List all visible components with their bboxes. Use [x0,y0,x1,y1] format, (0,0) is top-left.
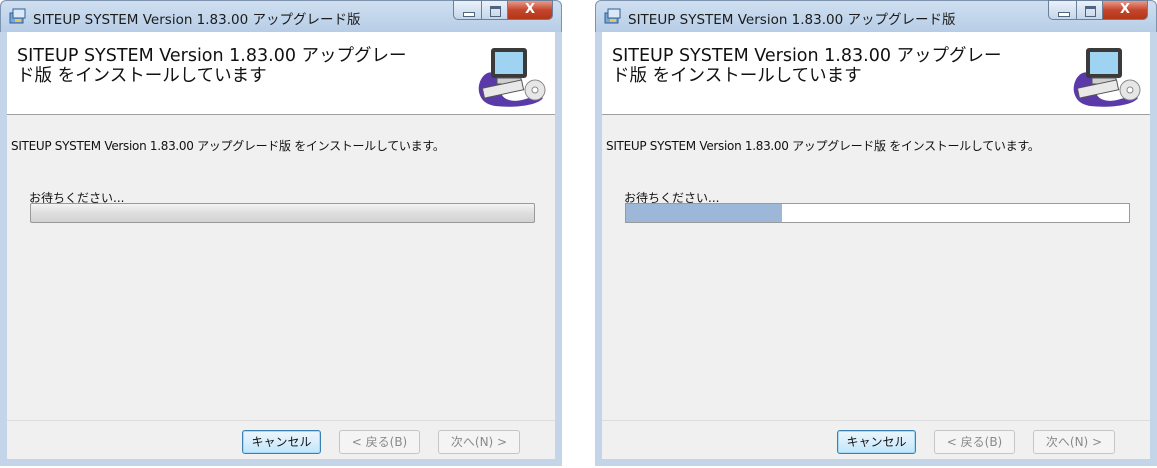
maximize-button[interactable] [1076,0,1102,20]
next-button[interactable]: 次へ(N) > [438,430,520,454]
minimize-icon [463,12,475,17]
body-panel: SITEUP SYSTEM Version 1.83.00 アップグレード版 を… [7,115,555,422]
status-message: SITEUP SYSTEM Version 1.83.00 アップグレード版 を… [606,139,1040,153]
close-icon: X [524,2,536,17]
progress-fill [626,204,782,222]
progress-bar [30,203,535,223]
installer-icon [604,8,621,24]
header-title: SITEUP SYSTEM Version 1.83.00 アップグレード版 を… [17,46,407,86]
progress-bar [625,203,1130,223]
minimize-button[interactable] [1048,0,1076,20]
back-button[interactable]: < 戻る(B) [934,430,1015,454]
maximize-icon [490,6,501,17]
title-bar[interactable]: SITEUP SYSTEM Version 1.83.00 アップグレード版 X [0,0,562,32]
window-title: SITEUP SYSTEM Version 1.83.00 アップグレード版 [628,12,956,28]
window-title: SITEUP SYSTEM Version 1.83.00 アップグレード版 [33,12,361,28]
header-title: SITEUP SYSTEM Version 1.83.00 アップグレード版 を… [612,46,1002,86]
back-button[interactable]: < 戻る(B) [339,430,420,454]
button-bar: キャンセル < 戻る(B) 次へ(N) > [7,420,555,459]
cancel-button[interactable]: キャンセル [242,430,321,454]
installer-window-right: SITEUP SYSTEM Version 1.83.00 アップグレード版 X… [595,0,1157,466]
installer-icon [9,8,26,24]
button-bar: キャンセル < 戻る(B) 次へ(N) > [602,420,1150,459]
caption-buttons: X [453,0,553,22]
installer-window-left: SITEUP SYSTEM Version 1.83.00 アップグレード版 X… [0,0,562,466]
next-button[interactable]: 次へ(N) > [1033,430,1115,454]
close-icon: X [1119,2,1131,17]
status-message: SITEUP SYSTEM Version 1.83.00 アップグレード版 を… [11,139,445,153]
maximize-button[interactable] [481,0,507,20]
body-panel: SITEUP SYSTEM Version 1.83.00 アップグレード版 を… [602,115,1150,422]
close-button[interactable]: X [1102,0,1148,20]
maximize-icon [1085,6,1096,17]
caption-buttons: X [1048,0,1148,22]
close-button[interactable]: X [507,0,553,20]
computer-setup-icon [478,48,546,107]
header-banner: SITEUP SYSTEM Version 1.83.00 アップグレード版 を… [602,32,1150,115]
minimize-icon [1058,12,1070,17]
header-banner: SITEUP SYSTEM Version 1.83.00 アップグレード版 を… [7,32,555,115]
title-bar[interactable]: SITEUP SYSTEM Version 1.83.00 アップグレード版 X [595,0,1157,32]
computer-setup-icon [1073,48,1141,107]
minimize-button[interactable] [453,0,481,20]
cancel-button[interactable]: キャンセル [837,430,916,454]
